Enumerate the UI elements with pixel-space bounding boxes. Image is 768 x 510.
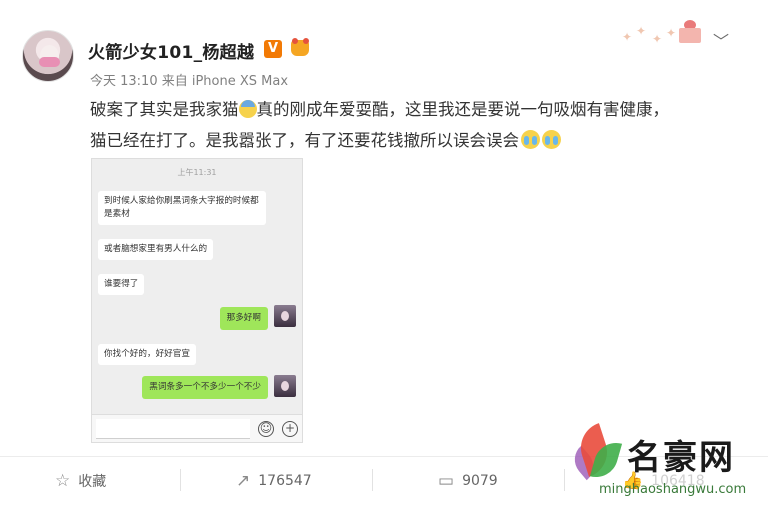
divider <box>372 469 373 491</box>
favorite-button[interactable]: ☆ 收藏 <box>55 471 106 491</box>
chat-input-bar: ☺ + <box>92 414 302 442</box>
watermark-title: 名豪网 <box>627 438 735 478</box>
post-text-part: 真的刚成年爱耍酷，这里我还是要说一句吸烟有害健康， <box>256 100 670 119</box>
avatar-mask <box>39 57 60 67</box>
post-text-part: 破案了其实是我家猫 <box>90 100 239 119</box>
comment-icon: ▭ <box>438 471 455 491</box>
chevron-down-icon[interactable]: ﹀ <box>713 28 729 52</box>
repost-button[interactable]: ↗ 176547 <box>236 471 312 491</box>
chat-bubble-left: 到时候人家给你刷黑词条大字报的时候都是素材 <box>98 191 266 225</box>
divider <box>180 469 181 491</box>
watermark-logo: 名豪网 minghaoshangwu.com <box>567 418 763 502</box>
crying-emoji-icon <box>521 130 540 149</box>
chat-bubble-left: 或者脑想家里有男人什么的 <box>98 239 214 260</box>
gift-icon[interactable] <box>675 18 705 46</box>
crown-dot <box>292 38 298 44</box>
cat-emoji-icon <box>238 100 257 118</box>
gift-box <box>679 28 701 43</box>
chat-avatar <box>274 305 296 327</box>
chat-bubble-right: 那多好啊 <box>219 307 268 330</box>
repost-count: 176547 <box>258 473 312 489</box>
post-text-part: 猫已经在打了。是我嚣张了，有了还要花钱撤所以误会误会 <box>90 131 519 150</box>
avatar[interactable] <box>22 30 74 82</box>
verified-badge-icon[interactable]: V <box>264 40 282 58</box>
crown-dot <box>303 38 309 44</box>
level-badge-icon[interactable] <box>288 38 312 60</box>
chat-input-field <box>96 419 250 439</box>
repost-icon: ↗ <box>236 471 251 491</box>
emoji-button-icon: ☺ <box>258 421 274 437</box>
chat-avatar <box>274 375 296 397</box>
favorite-label: 收藏 <box>78 474 107 490</box>
plus-button-icon: + <box>282 421 298 437</box>
chat-bubble-right: 黑词条多一个不多少一个不少 <box>142 376 268 399</box>
comment-button[interactable]: ▭ 9079 <box>438 471 498 491</box>
watermark-url: minghaoshangwu.com <box>599 482 747 497</box>
comment-count: 9079 <box>462 473 498 489</box>
post-meta: 今天 13:10 来自 iPhone XS Max <box>90 74 289 89</box>
chat-screenshot[interactable]: 上午11:31 到时候人家给你刷黑词条大字报的时候都是素材 或者脑想家里有男人什… <box>91 158 303 443</box>
chat-bubble-left: 谁要得了 <box>98 274 145 295</box>
crying-emoji-icon <box>542 130 561 149</box>
star-outline-icon: ☆ <box>55 471 71 491</box>
chat-time: 上午11:31 <box>177 168 217 177</box>
post-text: 破案了其实是我家猫 真的刚成年爱耍酷，这里我还是要说一句吸烟有害健康， 猫已经在打… <box>90 94 730 156</box>
divider <box>564 469 565 491</box>
username[interactable]: 火箭少女101_杨超越 <box>88 38 254 63</box>
chat-bubble-left: 你找个好的，好好官宣 <box>98 344 196 365</box>
